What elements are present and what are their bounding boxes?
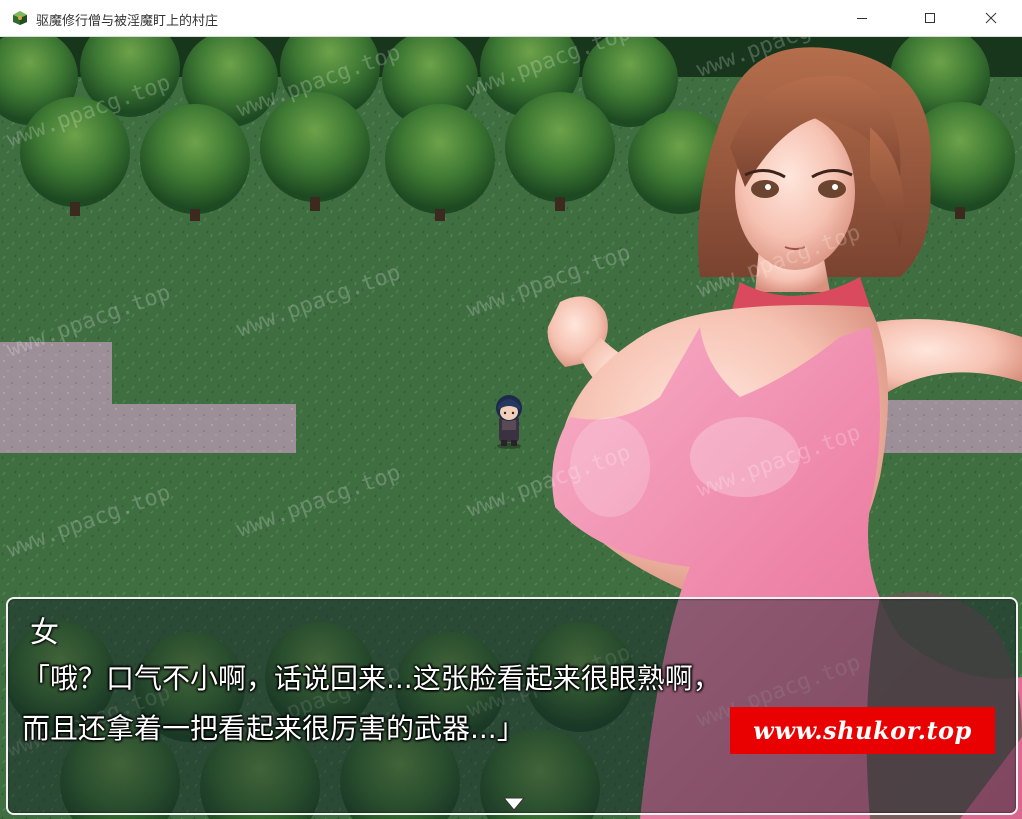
minimize-button[interactable]	[839, 0, 885, 36]
close-icon	[985, 12, 997, 24]
close-button[interactable]	[968, 0, 1014, 36]
window-title: 驱魔修行僧与被淫魔盯上的村庄	[36, 14, 219, 29]
dialogue-line: 「哦？口气不小啊，话说回来...这张脸看起来很眼熟啊，	[22, 662, 721, 695]
speaker-name: 女	[30, 615, 60, 649]
dialogue-line: 而且还拿着一把看起来很厉害的武器...」	[22, 712, 525, 745]
window-titlebar: 驱魔修行僧与被淫魔盯上的村庄	[0, 0, 1022, 37]
site-badge-text: www.shukor.top	[753, 716, 972, 745]
minimize-icon	[857, 18, 867, 19]
pause-arrow-icon	[502, 797, 526, 811]
game-viewport[interactable]: www.ppacg.top www.ppacg.top www.ppacg.to…	[0, 37, 1022, 819]
message-window[interactable]: 女 「哦？口气不小啊，话说回来...这张脸看起来很眼熟啊， 而且还拿着一把看起来…	[6, 597, 1018, 815]
site-badge: www.shukor.top	[730, 707, 995, 754]
maximize-button[interactable]	[907, 0, 953, 36]
game-app-icon	[13, 11, 27, 25]
maximize-icon	[925, 13, 935, 23]
